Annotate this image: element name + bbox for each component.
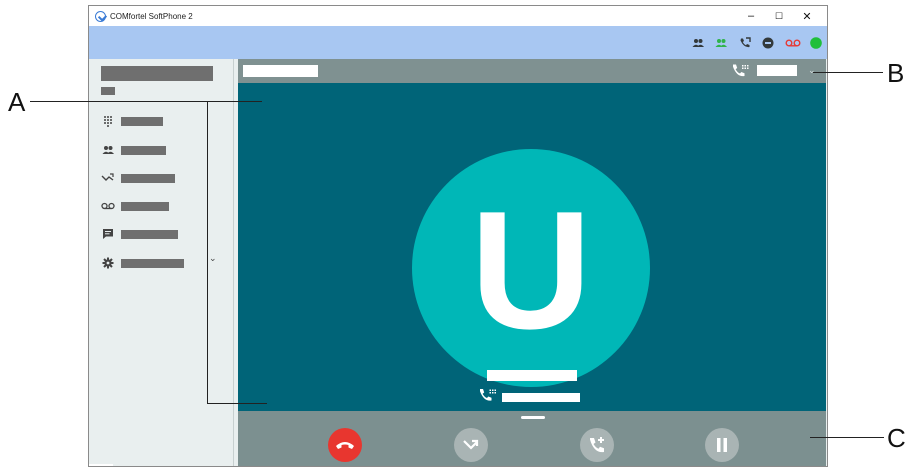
sidebar-item-voicemail[interactable] — [101, 199, 169, 213]
pause-icon — [717, 438, 727, 452]
chevron-down-icon[interactable]: ⌄ — [808, 65, 816, 76]
user-name-redacted — [101, 66, 213, 81]
sidebar-item-label-redacted — [121, 116, 163, 126]
voicemail-icon[interactable] — [785, 37, 801, 49]
transfer-call-button[interactable] — [454, 428, 488, 462]
sidebar-item-call-history[interactable] — [101, 171, 175, 185]
sidebar-item-messages[interactable] — [101, 227, 178, 241]
line-number-redacted — [757, 65, 797, 76]
active-call-area: U — [238, 83, 826, 411]
sidebar: ⌄ — [89, 59, 234, 466]
sidebar-item-label-redacted — [121, 258, 184, 268]
caller-name-redacted — [487, 370, 577, 381]
avatar-letter: U — [470, 176, 591, 364]
phone-line-icon[interactable] — [731, 63, 749, 79]
sidebar-item-dialpad[interactable] — [101, 114, 163, 128]
call-header: ⌄ — [238, 59, 826, 83]
sidebar-item-contacts[interactable] — [101, 143, 166, 157]
callout-a-line — [30, 101, 262, 102]
sidebar-footer-bar — [89, 464, 113, 466]
line-name-redacted — [243, 65, 318, 77]
callout-a-bracket-bottom — [207, 403, 267, 404]
hang-up-button[interactable] — [328, 428, 362, 462]
svg-text:U: U — [470, 176, 591, 364]
call-control-bar — [238, 411, 826, 466]
call-transfer-icon — [463, 439, 479, 450]
screenshot-stage: COMfortel SoftPhone 2 – ☐ ✕ ⌄ ⌄ U A B C — [0, 0, 915, 468]
voicemail-icon — [101, 202, 115, 210]
add-call-icon — [590, 437, 604, 453]
call-history-icon — [101, 173, 114, 181]
callout-a-label: A — [8, 87, 26, 117]
hold-call-button[interactable] — [705, 428, 739, 462]
call-forward-icon[interactable] — [739, 37, 751, 49]
callout-b-label: B — [887, 58, 905, 88]
sidebar-item-label-redacted — [121, 201, 169, 211]
status-toolbar — [89, 26, 827, 59]
call-panel: ⌄ U — [238, 59, 826, 466]
dialpad-icon — [104, 116, 112, 127]
messages-icon — [103, 229, 113, 239]
contacts-green-icon[interactable] — [715, 37, 727, 49]
callout-c-line — [810, 437, 884, 438]
title-bar: COMfortel SoftPhone 2 – ☐ ✕ — [89, 6, 827, 26]
hang-up-icon — [336, 442, 354, 449]
minimize-button[interactable]: – — [737, 6, 765, 26]
sidebar-item-label-redacted — [121, 229, 178, 239]
settings-icon — [102, 257, 114, 269]
sidebar-item-label-redacted — [121, 145, 166, 155]
presence-status-icon[interactable] — [810, 37, 822, 49]
app-logo-icon — [95, 10, 106, 22]
sidebar-item-label-redacted — [121, 173, 175, 183]
callout-c-label: C — [887, 423, 906, 453]
contacts-icon — [102, 146, 114, 154]
chevron-down-icon[interactable]: ⌄ — [209, 253, 219, 263]
softphone-window: COMfortel SoftPhone 2 – ☐ ✕ ⌄ ⌄ U — [88, 5, 828, 467]
sidebar-item-settings[interactable] — [101, 256, 184, 270]
user-status-redacted — [101, 87, 115, 95]
contacts-icon[interactable] — [692, 37, 704, 49]
caller-number-redacted — [502, 393, 580, 402]
do-not-disturb-icon[interactable] — [762, 37, 774, 49]
drag-handle[interactable] — [521, 416, 545, 419]
close-button[interactable]: ✕ — [793, 6, 821, 26]
maximize-button[interactable]: ☐ — [765, 6, 793, 26]
phone-line-icon — [480, 389, 496, 401]
add-call-button[interactable] — [580, 428, 614, 462]
window-controls: – ☐ ✕ — [737, 6, 821, 26]
callout-a-bracket — [207, 101, 208, 403]
window-title: COMfortel SoftPhone 2 — [110, 11, 193, 21]
caller-avatar: U — [412, 149, 650, 387]
callout-b-line — [813, 72, 883, 73]
